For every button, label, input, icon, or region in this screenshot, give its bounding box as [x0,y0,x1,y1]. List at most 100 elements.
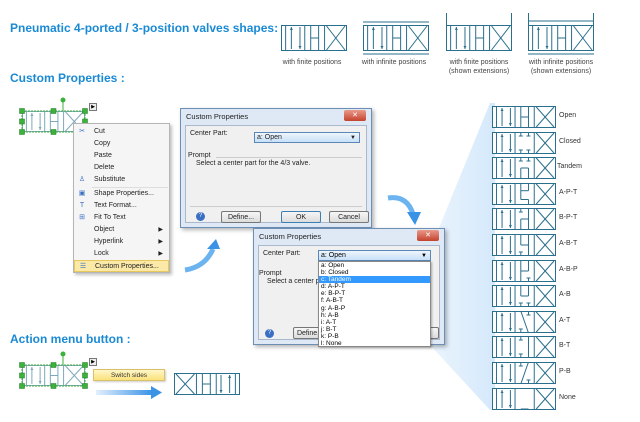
dropdown-option[interactable]: b: Closed [319,269,430,276]
valve-icon [492,182,556,205]
center-variant-closed: Closed [492,131,581,159]
menu-item-substitute[interactable]: ♙ Substitute [74,174,169,186]
dropdown-option[interactable]: f: A-B-T [319,297,430,304]
valve-icon [492,336,556,359]
variant-label: B-P-T [559,214,578,222]
valve-icon [446,13,512,51]
context-menu: ✂ Cut Copy Paste Delete ♙ Substitute ▣ Shape Pro… [73,123,170,273]
valve-icon [492,234,556,256]
center-variant-a-t: A-T [492,310,570,338]
dropdown-option[interactable]: l: None [319,340,430,347]
menu-item-label: Text Format... [94,201,137,209]
text-format-icon: T [79,201,85,209]
valve-icon [492,131,556,154]
valve-icon [492,208,556,231]
dropdown-option[interactable]: k: P-B [319,333,430,340]
menu-item-fit-to-text[interactable]: ⊞ Fit To Text [74,212,169,224]
menu-item-text-format[interactable]: T Text Format... [74,200,169,212]
submenu-arrow-icon: ▶ [158,226,163,233]
select-value: a: Open [321,252,346,259]
dropdown-option[interactable]: c: Tandem [319,276,430,284]
menu-item-hyperlink[interactable]: Hyperlink ▶ [74,236,169,248]
variant-label: P-B [559,368,571,375]
custom-properties-dialog: Custom Properties ✕ Center Part: a: Open… [180,108,372,228]
menu-item-shape-properties[interactable]: ▣ Shape Properties... [74,188,169,200]
selected-valve-shape[interactable] [18,350,88,390]
shape-caption: with finite positions [282,59,342,66]
center-variant-b-p-t: B-P-T [492,208,577,235]
variant-label: Open [559,112,577,119]
define-button[interactable]: Define... [221,211,261,223]
chevron-down-icon: ▼ [421,253,427,259]
dropdown-option[interactable]: h: A-B [319,312,430,319]
submenu-arrow-icon: ▶ [158,238,163,245]
chevron-down-icon: ▼ [350,135,356,141]
center-variant-none: None [492,387,576,415]
center-variant-b-t: B-T [492,336,570,363]
menu-item-custom-properties[interactable]: ☰ Custom Properties... [74,260,169,273]
scissors-icon: ✂ [79,128,85,135]
menu-item-paste[interactable]: Paste [74,150,169,162]
dropdown-option[interactable]: j: B-T [319,326,430,333]
center-variant-tandem: Tandem [492,157,582,184]
menu-item-label: Copy [94,140,111,148]
menu-item-object[interactable]: Object ▶ [74,224,169,236]
ok-button[interactable]: OK [281,211,321,223]
menu-item-copy[interactable]: Copy [74,138,169,150]
action-menu-button[interactable]: ▶ [89,358,97,366]
dropdown-option[interactable]: g: A-B-P [319,305,430,312]
switch-sides-menu-item[interactable]: Switch sides [93,369,165,381]
dropdown-option[interactable]: e: B-P-T [319,290,430,297]
menu-item-label: Shape Properties... [94,189,154,197]
variant-label: Closed [559,137,581,145]
valve-icon [492,259,556,282]
cancel-button[interactable]: Cancel [329,211,369,223]
menu-item-label: Lock [94,250,109,257]
prompt-text: Select a center part for the 4/3 valve. [196,160,311,167]
valve-shape-variant[interactable]: with infinite positions [355,12,437,67]
shape-caption: with finite positions [449,59,509,66]
select-value: a: Open [257,134,282,141]
help-icon[interactable]: ? [265,329,274,338]
menu-item-delete[interactable]: Delete [74,162,169,174]
dropdown-option[interactable]: d: A-P-T [319,283,430,290]
variant-label: A-B-P [559,265,578,273]
valve-shape-variant[interactable]: with finite positions [273,12,355,67]
valve-shape-variant[interactable]: with finite positions (shown extensions) [438,12,520,76]
valve-icon [281,25,347,51]
switched-valve-shape [174,373,240,395]
menu-item-label: Substitute [94,176,126,184]
valve-icon [492,157,556,180]
shape-caption-extra: (shown extensions) [530,68,592,75]
variant-label: A-T [559,316,571,324]
action-menu-button[interactable]: ▶ [89,103,97,111]
valve-icon [528,13,594,55]
menu-item-label: Delete [94,164,115,172]
dropdown-option[interactable]: a: Open [319,262,430,269]
menu-item-label: Hyperlink [94,237,124,245]
center-part-label: Center Part: [263,250,301,257]
dialog-title: Custom Properties [259,232,322,241]
variant-label: A-P-T [559,188,578,196]
menu-item-label: Paste [94,152,112,160]
dropdown-option[interactable]: i: A-T [319,319,430,326]
center-variant-a-b-p: A-B-P [492,259,578,287]
prompt-label: Prompt [259,270,282,277]
center-variant-a-p-t: A-P-T [492,182,577,210]
shape-caption: with infinite positions [528,59,594,66]
valve-icon [492,361,556,385]
submenu-arrow-icon: ▶ [158,251,163,257]
help-icon[interactable]: ? [196,212,205,221]
center-part-select[interactable]: a: Open ▼ [318,250,431,261]
center-part-select[interactable]: a: Open ▼ [254,132,360,143]
menu-item-cut[interactable]: ✂ Cut [74,126,169,138]
menu-item-label: Fit To Text [94,213,126,221]
valve-shape-variant[interactable]: with infinite positions (shown extension… [520,12,602,76]
variant-label: A-B [559,291,571,299]
center-part-dropdown-list: a: Open b: Closed c: Tandem d: A-P-T e: B-P-… [318,261,431,347]
menu-item-lock[interactable]: Lock ▶ [74,248,169,260]
close-button[interactable]: ✕ [344,110,366,121]
valve-icon [363,21,429,55]
custom-properties-heading: Custom Properties : [10,71,125,85]
close-button[interactable]: ✕ [417,230,439,241]
